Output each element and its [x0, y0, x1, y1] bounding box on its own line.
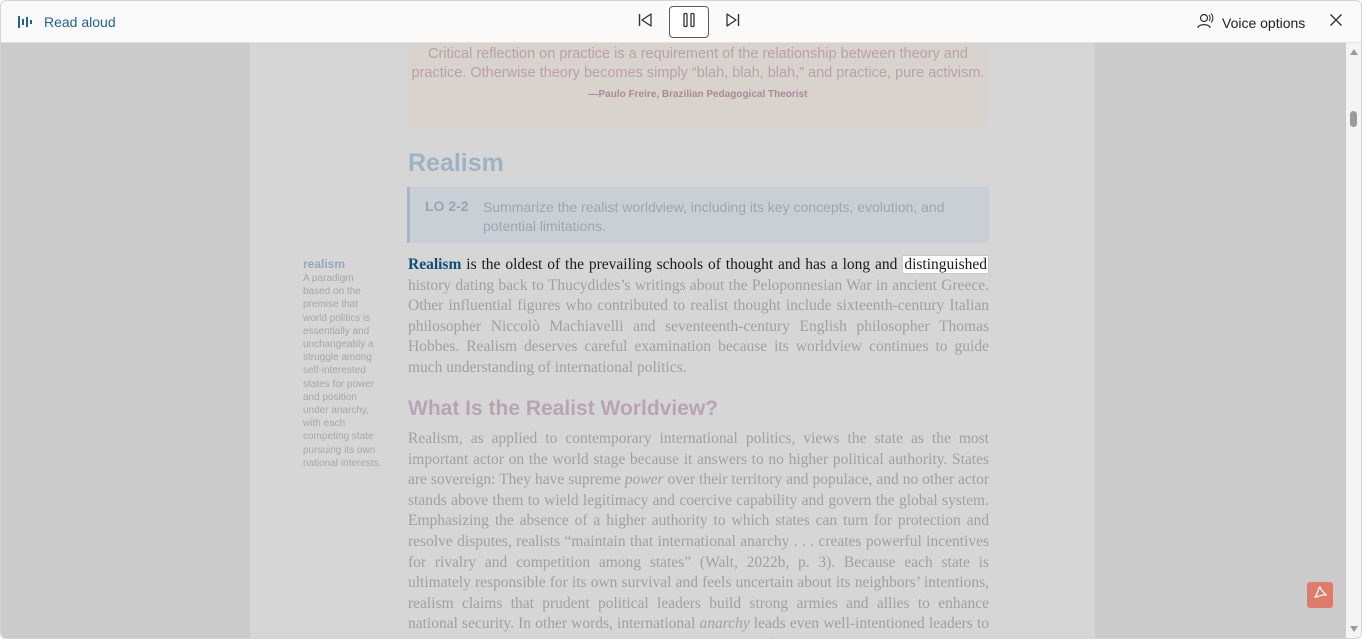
- margin-glossary: realism A paradigm based on the premise …: [303, 257, 383, 470]
- document-page: Critical reflection on practice is a req…: [250, 43, 1095, 638]
- voice-options-button[interactable]: Voice options: [1196, 12, 1305, 33]
- glossary-definition: A paradigm based on the premise that wor…: [303, 273, 382, 469]
- scrollbar-thumb[interactable]: [1350, 111, 1357, 127]
- close-icon: [1329, 13, 1343, 32]
- read-aloud-button[interactable]: Read aloud: [17, 11, 116, 33]
- subsection-heading: What Is the Realist Worldview?: [408, 397, 718, 420]
- pdf-button[interactable]: [1307, 582, 1333, 608]
- read-aloud-window: Read aloud Voice options Critical reflec…: [0, 0, 1362, 639]
- next-button[interactable]: [717, 6, 749, 38]
- learning-objective-text: Summarize the realist worldview, includi…: [483, 199, 945, 234]
- paragraph-intro: Realism is the oldest of the prevailing …: [408, 255, 989, 379]
- scroll-up-arrow-icon[interactable]: [1350, 49, 1358, 55]
- keyword-realism: Realism: [408, 256, 462, 273]
- epigraph-quote: Critical reflection on practice is a req…: [408, 43, 988, 127]
- read-aloud-label: Read aloud: [44, 14, 116, 30]
- quote-text: Critical reflection on practice is a req…: [411, 46, 985, 81]
- document-viewport[interactable]: Critical reflection on practice is a req…: [1, 43, 1346, 638]
- current-word-highlight: distinguished: [902, 255, 989, 274]
- pause-button[interactable]: [669, 6, 709, 38]
- learning-objective-box: LO 2-2 Summarize the realist worldview, …: [407, 187, 989, 243]
- skip-previous-icon: [637, 12, 653, 33]
- italic-power: power: [624, 471, 664, 489]
- paragraph-worldview: Realism, as applied to contemporary inte…: [408, 429, 989, 638]
- italic-anarchy: anarchy: [699, 615, 750, 633]
- playback-controls: [629, 6, 749, 38]
- text-run: over their territory and populace, and n…: [408, 471, 989, 633]
- scroll-down-arrow-icon[interactable]: [1350, 626, 1358, 632]
- read-aloud-toolbar: Read aloud Voice options: [1, 1, 1361, 43]
- pause-icon: [681, 12, 697, 33]
- pdf-icon: [1312, 585, 1328, 606]
- quote-attribution: —Paulo Freire, Brazilian Pedagogical The…: [588, 89, 808, 100]
- close-button[interactable]: [1323, 9, 1349, 35]
- vertical-scrollbar[interactable]: [1346, 43, 1361, 638]
- learning-objective-tag: LO 2-2: [425, 198, 469, 214]
- read-aloud-icon: [17, 15, 33, 29]
- skip-next-icon: [725, 12, 741, 33]
- previous-button[interactable]: [629, 6, 661, 38]
- voice-icon: [1196, 12, 1214, 33]
- section-heading: Realism: [408, 149, 504, 177]
- unread-text: history dating back to Thucydides’s writ…: [408, 276, 989, 376]
- glossary-term: realism: [303, 257, 346, 271]
- voice-options-label: Voice options: [1222, 14, 1306, 31]
- read-text: is the oldest of the prevailing schools …: [461, 256, 903, 273]
